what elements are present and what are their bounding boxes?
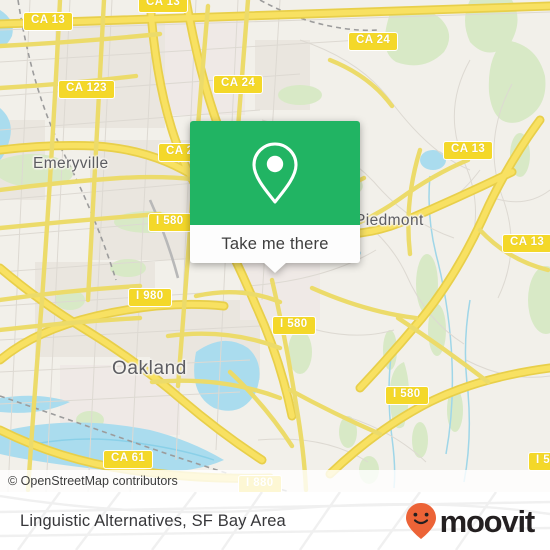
footer-bar: Linguistic Alternatives, SF Bay Area moo… [0,492,550,550]
highway-shield[interactable]: I 580 [385,386,429,405]
map-screenshot: Emeryville Oakland Piedmont CA 13 CA 13 … [0,0,550,550]
page-title: Linguistic Alternatives, SF Bay Area [20,511,286,530]
card-action-bar[interactable]: Take me there [190,225,360,273]
highway-shield[interactable]: I 580 [272,316,316,335]
map-pin-icon [252,142,298,204]
highway-shield[interactable]: CA 13 [23,12,74,31]
take-me-there-card[interactable]: Take me there [190,121,360,273]
map-attribution: © OpenStreetMap contributors [0,470,550,492]
highway-shield[interactable]: CA 24 [348,32,399,51]
place-label-piedmont: Piedmont [355,212,424,229]
highway-shield[interactable]: I 580 [528,452,550,471]
highway-shield[interactable]: CA 13 [138,0,189,13]
highway-shield[interactable]: I 980 [128,288,172,307]
card-icon-area [190,121,360,225]
place-label-oakland: Oakland [112,358,187,379]
highway-shield[interactable]: CA 13 [443,141,494,160]
take-me-there-label: Take me there [221,234,329,253]
place-label-emeryville: Emeryville [33,155,109,172]
card-pointer-tail [263,262,287,273]
highway-shield[interactable]: CA 61 [103,450,154,469]
highway-shield[interactable]: CA 13 [502,234,550,253]
moovit-smiley-pin-icon [405,503,436,539]
moovit-logo[interactable]: moovit [404,501,536,541]
highway-shield[interactable]: CA 123 [58,80,115,99]
attribution-text: © OpenStreetMap contributors [8,474,178,488]
highway-shield[interactable]: I 580 [148,213,192,232]
highway-shield[interactable]: CA 24 [213,75,264,94]
moovit-wordmark: moovit [439,503,536,539]
